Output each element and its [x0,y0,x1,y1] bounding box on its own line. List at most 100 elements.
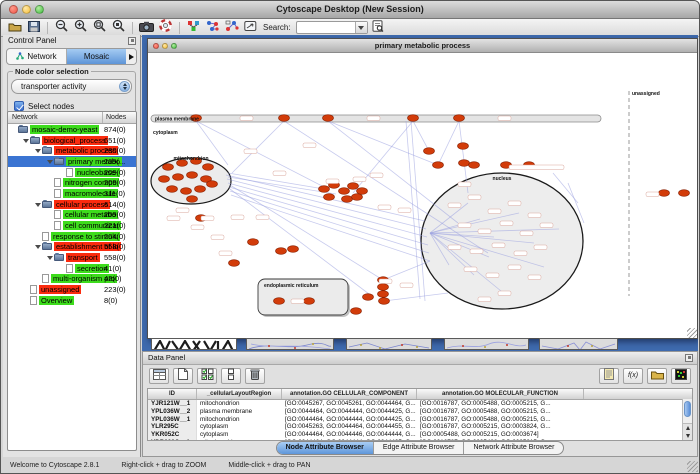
network-node[interactable] [352,194,363,201]
network-node[interactable] [323,115,334,122]
table-row[interactable]: YKR052C cytoplasm [GO:0044464, GO:004444… [148,431,692,439]
tab-edge-attribute-browser[interactable]: Edge Attribute Browser [374,442,465,454]
background-window[interactable] [246,338,334,350]
delete-attribute-button[interactable] [245,368,265,384]
network-node[interactable] [408,115,419,122]
tree-row[interactable]: secretion41(0) [8,263,136,274]
search-dropdown-button[interactable] [355,22,367,33]
open-button[interactable] [6,20,23,35]
tree-expander-icon[interactable] [47,158,54,165]
tab-network-attribute-browser[interactable]: Network Attribute Browser [464,442,563,454]
tab-scroll-button[interactable] [126,49,136,64]
network-node[interactable] [159,176,170,183]
network-node[interactable] [167,186,178,193]
network-node[interactable] [454,115,465,122]
background-window[interactable] [444,338,529,350]
close-icon[interactable] [153,43,159,49]
tree-expander-icon[interactable] [35,243,42,250]
tree-row[interactable]: biological_process651(0) [8,135,136,146]
float-panel-icon[interactable] [128,37,136,45]
zoom-fit-button[interactable] [110,20,127,35]
network-node[interactable] [187,172,198,179]
network-node[interactable] [207,181,218,188]
tree-expander-icon[interactable] [35,147,42,154]
tab-network[interactable]: Network [7,49,67,64]
column-header-cellular-component[interactable]: annotation.GO CELLULAR_COMPONENT [282,389,417,399]
table-row[interactable]: YLR295C cytoplasm [GO:0045263, GO:004446… [148,423,692,431]
network-node[interactable] [324,194,335,201]
tree-row[interactable]: mosaic-demo-yeast874(0) [8,124,136,135]
network-canvas[interactable]: plasma membrane cytoplasm mitochondrion … [148,53,695,337]
network-node[interactable] [276,248,287,255]
advanced-search-button[interactable] [370,20,387,35]
network-node[interactable] [229,260,240,267]
tree-column-network[interactable]: Network [8,112,103,123]
background-window[interactable] [346,338,432,350]
network-node[interactable] [433,162,444,169]
tree-row[interactable]: primary metabo209(... [8,156,136,167]
background-window[interactable] [539,338,618,350]
float-panel-icon[interactable] [685,354,693,362]
tree-row[interactable]: multi-organism pro42(0) [8,274,136,285]
network-node[interactable] [378,284,389,291]
network-view-titlebar[interactable]: primary metabolic process [148,39,697,53]
tree-expander-icon[interactable] [23,137,30,144]
app-resize-grip[interactable] [687,461,698,472]
network-node[interactable] [203,164,214,171]
zoom-window-icon[interactable] [171,43,177,49]
network-node[interactable] [679,190,690,197]
tree-expander-icon[interactable] [47,254,54,261]
tree-row[interactable]: response to stimulu264(0) [8,231,136,242]
network-node[interactable] [339,188,350,195]
table-row[interactable]: YPL036W__2 plasma membrane [GO:0044464, … [148,408,692,416]
network-node[interactable] [181,188,192,195]
select-nodes-checkbox[interactable] [14,101,24,111]
table-scrollbar[interactable] [682,399,692,440]
scroll-down-button[interactable] [683,432,692,440]
network-node[interactable] [187,196,198,203]
tree-row[interactable]: cellular metabo209(0) [8,210,136,221]
annotation-button[interactable] [242,20,259,35]
vizmapper-button[interactable] [185,20,202,35]
network-node[interactable] [378,291,389,298]
tree-expander-icon[interactable] [35,201,42,208]
select-attributes-button[interactable] [197,368,217,384]
snapshot-button[interactable] [138,20,155,35]
tree-row[interactable]: cell communicat221(0) [8,220,136,231]
network-node[interactable] [304,298,315,305]
network-node[interactable] [163,164,174,171]
tab-node-attribute-browser[interactable]: Node Attribute Browser [277,442,374,454]
network-node[interactable] [342,196,353,203]
tree-row[interactable]: cellular process614(0) [8,199,136,210]
zoom-selected-button[interactable] [91,20,108,35]
import-attributes-button[interactable] [223,20,240,35]
network-node[interactable] [363,294,374,301]
network-node[interactable] [459,160,470,167]
tree-row[interactable]: metabolic process280(0) [8,145,136,156]
column-header-region[interactable]: _cellularLayoutRegion [197,389,282,399]
network-node[interactable] [348,183,359,190]
help-button[interactable] [157,20,174,35]
network-view-window[interactable]: primary metabolic process [147,38,698,339]
network-node[interactable] [357,188,368,195]
attribute-table-button[interactable] [149,368,169,384]
formula-builder-button[interactable]: f(x) [623,368,643,384]
tree-row[interactable]: macromolecule311(0) [8,188,136,199]
tree-row[interactable]: Overview8(0) [8,295,136,306]
network-node[interactable] [379,298,390,305]
network-node[interactable] [458,143,469,150]
attribute-list-button[interactable] [599,368,619,384]
title-bar[interactable]: Cytoscape Desktop (New Session) [1,1,699,19]
network-node[interactable] [469,162,480,169]
zoom-out-button[interactable] [53,20,70,35]
network-node[interactable] [351,308,362,315]
unselect-attributes-button[interactable] [221,368,241,384]
load-attributes-button[interactable] [647,368,667,384]
tree-row[interactable]: nitrogen compo209(0) [8,177,136,188]
network-node[interactable] [659,190,670,197]
scroll-up-button[interactable] [683,424,692,432]
matrix-view-button[interactable] [671,368,691,384]
network-node[interactable] [424,148,435,155]
tree-row[interactable]: nucleobase-209(0) [8,167,136,178]
minimize-icon[interactable] [162,43,168,49]
